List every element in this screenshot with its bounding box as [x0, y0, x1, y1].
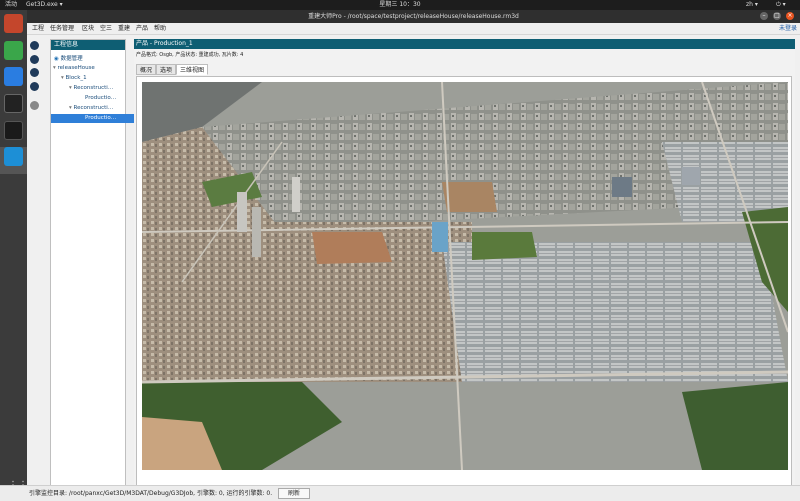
- files-app-icon[interactable]: [4, 14, 23, 33]
- 3d-city-model-viewport[interactable]: [142, 82, 788, 470]
- tab-overview[interactable]: 概况: [136, 64, 156, 75]
- project-tree-panel: 工程信息 ◉ 数据管理 ▾ releaseHouse ▾ Block_1 ▾ R…: [50, 39, 159, 492]
- menu-project[interactable]: 工程: [32, 23, 44, 34]
- menu-product[interactable]: 产品: [136, 23, 148, 34]
- menu-bar: 工程 任务管理 区块 空三 重建 产品 帮助 未登录: [27, 23, 800, 35]
- dock: ⋮⋮: [0, 10, 28, 500]
- menu-help[interactable]: 帮助: [154, 23, 166, 34]
- menu-task-management[interactable]: 任务管理: [50, 23, 74, 34]
- product-header: 产品 - Production_1: [134, 39, 795, 49]
- input-method-indicator[interactable]: zh ▾: [746, 0, 758, 10]
- tree-node-project[interactable]: ▾ releaseHouse: [51, 64, 127, 73]
- 3d-view-container: [136, 76, 792, 490]
- menu-reconstruction[interactable]: 重建: [118, 23, 130, 34]
- qt-creator-app-icon[interactable]: [4, 41, 23, 60]
- power-menu[interactable]: ⏻ ▾: [776, 0, 786, 10]
- tree-node-reconstruction-2[interactable]: ▾ Reconstructi…: [51, 104, 143, 113]
- engine-status-text: 引擎监控目录: /root/panxc/Get3D/M3DAT/Debug/G3…: [29, 490, 273, 497]
- save-icon[interactable]: [30, 68, 39, 77]
- tab-3d-view[interactable]: 三维视图: [176, 64, 208, 75]
- app-window: 重建大师Pro - /root/space/testproject/releas…: [27, 10, 800, 500]
- close-icon[interactable]: ×: [786, 12, 794, 20]
- maximize-icon[interactable]: □: [773, 12, 781, 20]
- tree-node-data-management[interactable]: ◉ 数据管理: [51, 55, 128, 64]
- tree-node-reconstruction-1[interactable]: ▾ Reconstructi…: [51, 84, 143, 93]
- product-info: 产品格式: Osgb, 产品状态: 重建成功, 瓦片数: 4: [136, 52, 244, 58]
- settings-icon[interactable]: [30, 101, 39, 110]
- terminal-app-icon[interactable]: [4, 94, 23, 113]
- tab-options[interactable]: 选项: [156, 64, 176, 75]
- refresh-button[interactable]: 刷新: [278, 488, 310, 499]
- product-panel: 产品 - Production_1 产品格式: Osgb, 产品状态: 重建成功…: [134, 39, 795, 490]
- login-link[interactable]: 未登录: [779, 23, 797, 34]
- system-top-bar: 活动 Get3D.exe ▾ 星期三 10：30 zh ▾ ⏻ ▾: [0, 0, 800, 10]
- window-title: 重建大师Pro - /root/space/testproject/releas…: [27, 10, 800, 23]
- expand-arrow-icon[interactable]: ▾: [69, 105, 72, 111]
- expand-arrow-icon[interactable]: ▾: [61, 75, 64, 81]
- menu-aerotriangulation[interactable]: 空三: [100, 23, 112, 34]
- tree-node-block[interactable]: ▾ Block_1: [51, 74, 135, 83]
- expand-arrow-icon[interactable]: ▾: [53, 65, 56, 71]
- power-icon[interactable]: [30, 82, 39, 91]
- project-icon[interactable]: [30, 41, 39, 50]
- status-bar: 引擎监控目录: /root/panxc/Get3D/M3DAT/Debug/G3…: [0, 485, 800, 501]
- monitor-app-icon[interactable]: [4, 121, 23, 140]
- wps-app-icon[interactable]: [4, 67, 23, 86]
- clock[interactable]: 星期三 10：30: [0, 0, 800, 10]
- project-tree-header: 工程信息: [51, 40, 125, 50]
- minimize-icon[interactable]: –: [760, 12, 768, 20]
- open-icon[interactable]: [30, 55, 39, 64]
- get3d-app-icon[interactable]: [4, 147, 23, 166]
- menu-block[interactable]: 区块: [82, 23, 94, 34]
- city-model-render: [142, 82, 788, 470]
- expand-arrow-icon[interactable]: ▾: [69, 85, 72, 91]
